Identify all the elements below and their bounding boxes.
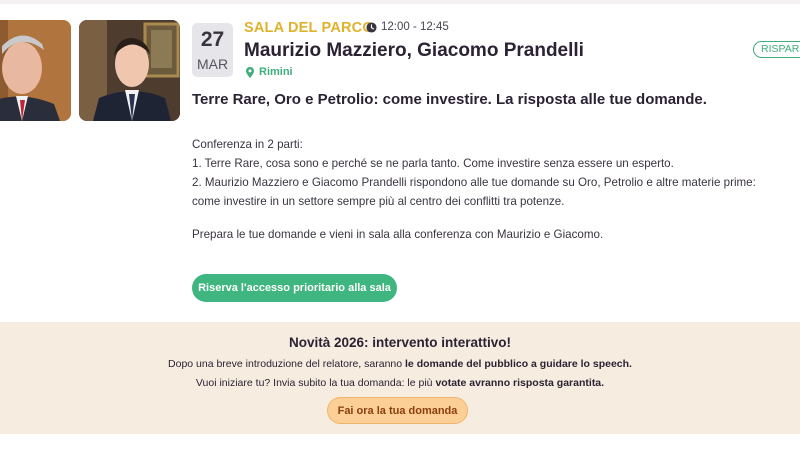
event-description-line: 2. Maurizio Mazziero e Giacomo Prandelli… (192, 176, 756, 189)
event-location-label: Rimini (259, 66, 293, 78)
promo-line-1: Dopo una breve introduzione del relatore… (0, 358, 800, 370)
event-speakers: Maurizio Mazziero, Giacomo Prandelli (244, 40, 584, 61)
ask-question-button[interactable]: Fai ora la tua domanda (327, 397, 468, 424)
event-date-month: MAR (196, 56, 229, 72)
event-date: 27 MAR (192, 23, 233, 77)
event-time: 12:00 - 12:45 (366, 21, 449, 33)
category-badge: RISPARMIO (753, 41, 800, 58)
event-description-line: Conferenza in 2 parti: (192, 138, 303, 151)
speaker-photo-mazziero (0, 20, 71, 121)
promo-line-2: Vuoi iniziare tu? Invia subito la tua do… (0, 377, 800, 389)
interactive-promo-panel: Novità 2026: intervento interattivo! Dop… (0, 322, 800, 434)
event-title: Terre Rare, Oro e Petrolio: come investi… (192, 91, 707, 108)
promo-line-2-text: Vuoi iniziare tu? Invia subito la tua do… (195, 377, 436, 389)
event-date-day: 27 (200, 28, 225, 51)
map-pin-icon (246, 66, 254, 78)
event-description-line: Prepara le tue domande e vieni in sala a… (192, 228, 604, 241)
bottom-spacer (0, 434, 800, 450)
event-location: Rimini (246, 66, 293, 78)
promo-title: Novità 2026: intervento interattivo! (288, 335, 512, 350)
top-divider (0, 0, 800, 4)
clock-icon (366, 21, 377, 33)
promo-line-2-bold: votate avranno risposta garantita. (435, 377, 605, 389)
event-time-label: 12:00 - 12:45 (381, 21, 449, 33)
event-venue: SALA DEL PARCO (244, 20, 374, 36)
speaker-photo-prandelli (79, 20, 180, 121)
event-description-line: come investire in un settore sempre più … (192, 195, 565, 208)
event-description-line: 1. Terre Rare, cosa sono e perché se ne … (192, 157, 674, 170)
reserve-access-button[interactable]: Riserva l'accesso prioritario alla sala (192, 274, 397, 302)
promo-line-1-text: Dopo una breve introduzione del relatore… (168, 358, 406, 370)
promo-line-1-bold: le domande del pubblico a guidare lo spe… (405, 358, 632, 370)
